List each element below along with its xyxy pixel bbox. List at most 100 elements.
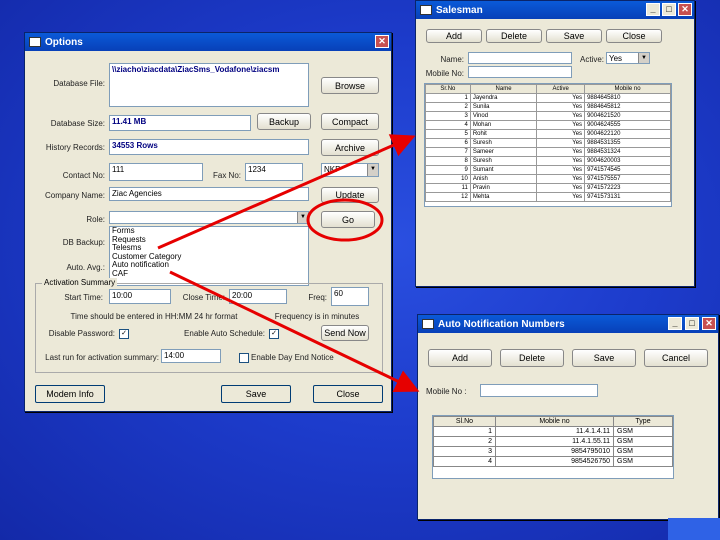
notify-column-header[interactable]: Sl.No <box>433 416 496 427</box>
notify-add-button[interactable]: Add <box>428 349 492 367</box>
send-now-button[interactable]: Send Now <box>321 325 369 341</box>
table-row[interactable]: 4 9854526750 GSM <box>433 456 673 467</box>
salesman-cell: 2 <box>425 102 471 112</box>
salesman-cell: 1 <box>425 93 471 103</box>
mobile-no-field[interactable] <box>468 66 572 78</box>
notify-cell: GSM <box>613 456 673 467</box>
notify-save-button[interactable]: Save <box>572 349 636 367</box>
backup-button[interactable]: Backup <box>257 113 311 130</box>
salesman-cell: Suresh <box>469 156 538 166</box>
role-select[interactable]: ▼ <box>109 211 309 224</box>
table-row[interactable]: 2 11.4.1.55.11 GSM <box>433 436 673 447</box>
maximize-icon[interactable]: □ <box>685 317 699 330</box>
contact-select-value: NKP <box>324 165 341 174</box>
start-time-field[interactable]: 10:00 <box>109 289 171 304</box>
history-records-label: History Records: <box>45 143 105 152</box>
table-row[interactable]: 6 Suresh Yes 9884531355 <box>425 138 671 148</box>
notify-cell: GSM <box>613 436 673 447</box>
disable-password-checkbox[interactable]: ✓ <box>119 329 129 339</box>
salesman-table: Sr.No Name Active Mobile no 1 Jayendra Yes 988… <box>425 84 671 202</box>
role-list[interactable]: Forms Requests Telesms Customer Category Aut… <box>109 226 309 286</box>
close-button[interactable]: Close <box>313 385 383 403</box>
minimize-icon[interactable]: _ <box>646 3 660 16</box>
salesman-save-button[interactable]: Save <box>546 29 602 43</box>
close-icon[interactable]: ✕ <box>678 3 692 16</box>
salesman-cell: Yes <box>536 138 586 148</box>
salesman-cell: 9 <box>425 165 471 175</box>
notify-table: Sl.No Mobile no Type 1 11.4.1.4.11 GSM 2 11.4.… <box>433 416 673 467</box>
notify-cell: GSM <box>613 426 673 437</box>
salesman-cell: Yes <box>536 183 586 193</box>
notify-column-header[interactable]: Type <box>613 416 673 427</box>
salesman-cell: Vinod <box>469 111 538 121</box>
salesman-column-header[interactable]: Name <box>469 84 538 94</box>
update-button[interactable]: Update <box>321 187 379 203</box>
salesman-column-header[interactable]: Active <box>536 84 586 94</box>
compact-button[interactable]: Compact <box>321 113 379 130</box>
table-row[interactable]: 1 11.4.1.4.11 GSM <box>433 426 673 437</box>
table-row[interactable]: 12 Mehta Yes 9741573131 <box>425 192 671 202</box>
salesman-delete-button[interactable]: Delete <box>486 29 542 43</box>
minimize-icon[interactable]: _ <box>668 317 682 330</box>
auto-avg-label: Auto. Avg.: <box>66 263 105 272</box>
table-row[interactable]: 1 Jayendra Yes 9884645810 <box>425 93 671 103</box>
notify-mobile-label: Mobile No : <box>426 387 467 396</box>
enable-auto-schedule-checkbox[interactable]: ✓ <box>269 329 279 339</box>
last-run-field[interactable]: 14:00 <box>161 349 221 363</box>
close-icon[interactable]: ✕ <box>375 35 389 48</box>
modem-info-button[interactable]: Modem Info <box>35 385 105 403</box>
table-row[interactable]: 7 Sameer Yes 9884531324 <box>425 147 671 157</box>
salesman-cell: 6 <box>425 138 471 148</box>
window-icon <box>422 319 434 329</box>
salesman-column-header[interactable]: Mobile no <box>584 84 671 94</box>
table-row[interactable]: 4 Mohan Yes 9004624555 <box>425 120 671 130</box>
database-file-field[interactable]: \\ziacho\ziacdata\ZiacSms_Vodafone\ziacs… <box>109 63 309 107</box>
salesman-cell: 5 <box>425 129 471 139</box>
table-row[interactable]: 11 Pravin Yes 9741572223 <box>425 183 671 193</box>
salesman-add-button[interactable]: Add <box>426 29 482 43</box>
archive-button[interactable]: Archive <box>321 139 379 156</box>
salesman-cell: Anish <box>469 174 538 184</box>
table-row[interactable]: 2 Sunila Yes 9884645812 <box>425 102 671 112</box>
salesman-cell: 8 <box>425 156 471 166</box>
salesman-cell: Yes <box>536 102 586 112</box>
start-time-label: Start Time: <box>64 293 103 302</box>
close-time-label: Close Time: <box>182 293 225 302</box>
browse-button[interactable]: Browse <box>321 77 379 94</box>
table-row[interactable]: 9 Sumant Yes 9741574545 <box>425 165 671 175</box>
notify-column-header[interactable]: Mobile no <box>494 416 615 427</box>
notify-cancel-button[interactable]: Cancel <box>644 349 708 367</box>
salesman-grid-area: Sr.No Name Active Mobile no 1 Jayendra Yes 988… <box>424 83 672 207</box>
notify-mobile-field[interactable] <box>480 384 598 397</box>
notify-delete-button[interactable]: Delete <box>500 349 564 367</box>
maximize-icon[interactable]: □ <box>662 3 676 16</box>
role-list-item[interactable]: Auto notification <box>110 260 308 270</box>
table-row[interactable]: 8 Suresh Yes 9004620003 <box>425 156 671 166</box>
role-list-item[interactable]: CAF <box>110 269 308 279</box>
contact-select[interactable]: NKP ▼ <box>321 163 379 177</box>
close-time-field[interactable]: 20:00 <box>229 289 287 304</box>
active-select[interactable]: Yes ▼ <box>606 52 650 64</box>
close-icon[interactable]: ✕ <box>702 317 716 330</box>
table-row[interactable]: 3 9854795010 GSM <box>433 446 673 457</box>
salesman-column-header[interactable]: Sr.No <box>425 84 471 94</box>
freq-field[interactable]: 60 <box>331 287 369 306</box>
salesman-cell: 9741572223 <box>584 183 671 193</box>
salesman-cell: Mehta <box>469 192 538 202</box>
options-window: Options ✕ Database File: \\ziacho\ziacda… <box>24 32 392 412</box>
salesman-title: Salesman <box>436 4 483 16</box>
enable-day-end-checkbox[interactable] <box>239 353 249 363</box>
table-row[interactable]: 3 Vinod Yes 9004621520 <box>425 111 671 121</box>
name-field[interactable] <box>468 52 572 64</box>
table-row[interactable]: 10 Anish Yes 9741575557 <box>425 174 671 184</box>
fax-no-field[interactable]: 1234 <box>245 163 303 181</box>
chevron-down-icon: ▼ <box>367 164 378 176</box>
contact-no-field[interactable]: 111 <box>109 163 203 181</box>
salesman-close-button[interactable]: Close <box>606 29 662 43</box>
salesman-cell: 9884531324 <box>584 147 671 157</box>
save-button[interactable]: Save <box>221 385 291 403</box>
enable-day-end-label: Enable Day End Notice <box>251 353 334 362</box>
table-row[interactable]: 5 Rohit Yes 9004622120 <box>425 129 671 139</box>
company-name-field[interactable]: Ziac Agencies <box>109 187 309 201</box>
go-button[interactable]: Go <box>321 211 375 228</box>
